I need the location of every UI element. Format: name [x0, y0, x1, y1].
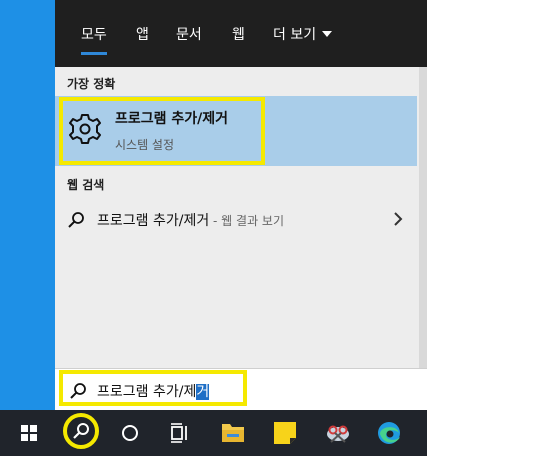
tab-web[interactable]: 웹 — [232, 24, 245, 52]
cortana-button[interactable] — [108, 410, 154, 456]
tab-documents[interactable]: 문서 — [176, 24, 202, 52]
task-view-button[interactable] — [158, 410, 204, 456]
search-panel: 모두 앱 문서 웹 더 보기 가장 정확 프로그램 추가/제거 시스템 설정 웹… — [55, 0, 427, 411]
start-button[interactable] — [6, 410, 52, 456]
search-tabs-bar: 모두 앱 문서 웹 더 보기 — [55, 0, 427, 67]
tab-more[interactable]: 더 보기 — [273, 24, 333, 52]
cortana-icon — [122, 425, 138, 441]
snipping-tool-button[interactable] — [315, 410, 361, 456]
sticky-notes-icon — [274, 422, 296, 444]
blank-area — [427, 0, 550, 470]
edge-button[interactable] — [366, 410, 412, 456]
chevron-right-icon[interactable] — [388, 209, 408, 229]
search-input-highlight — [59, 370, 247, 406]
scrollbar[interactable] — [419, 67, 427, 410]
search-icon — [68, 212, 84, 228]
best-match-subtitle: 시스템 설정 — [115, 138, 175, 152]
edge-icon — [378, 422, 400, 444]
web-search-suffix: - 웹 결과 보기 — [209, 214, 285, 228]
snipping-tool-icon — [327, 425, 349, 443]
task-view-icon — [171, 423, 187, 443]
taskbar-search-button[interactable] — [57, 410, 103, 456]
search-icon — [63, 413, 99, 449]
windows-start-icon — [21, 425, 37, 441]
file-explorer-button[interactable] — [210, 410, 256, 456]
web-search-text: 프로그램 추가/제거 - 웹 결과 보기 — [97, 210, 284, 230]
tab-all[interactable]: 모두 — [81, 24, 107, 55]
file-explorer-icon — [222, 424, 244, 442]
tab-apps[interactable]: 앱 — [136, 24, 149, 52]
best-match-heading: 가장 정확 — [67, 77, 116, 91]
sticky-notes-button[interactable] — [262, 410, 308, 456]
web-search-query: 프로그램 추가/제거 — [97, 213, 210, 229]
web-search-heading: 웹 검색 — [67, 178, 105, 192]
web-search-result[interactable]: 프로그램 추가/제거 - 웹 결과 보기 — [55, 202, 417, 236]
best-match-title: 프로그램 추가/제거 — [115, 111, 229, 127]
caret-down-icon — [322, 31, 333, 37]
tab-more-label: 더 보기 — [273, 27, 317, 43]
gear-icon — [69, 114, 101, 144]
taskbar — [0, 410, 427, 456]
desktop-background — [0, 0, 55, 410]
